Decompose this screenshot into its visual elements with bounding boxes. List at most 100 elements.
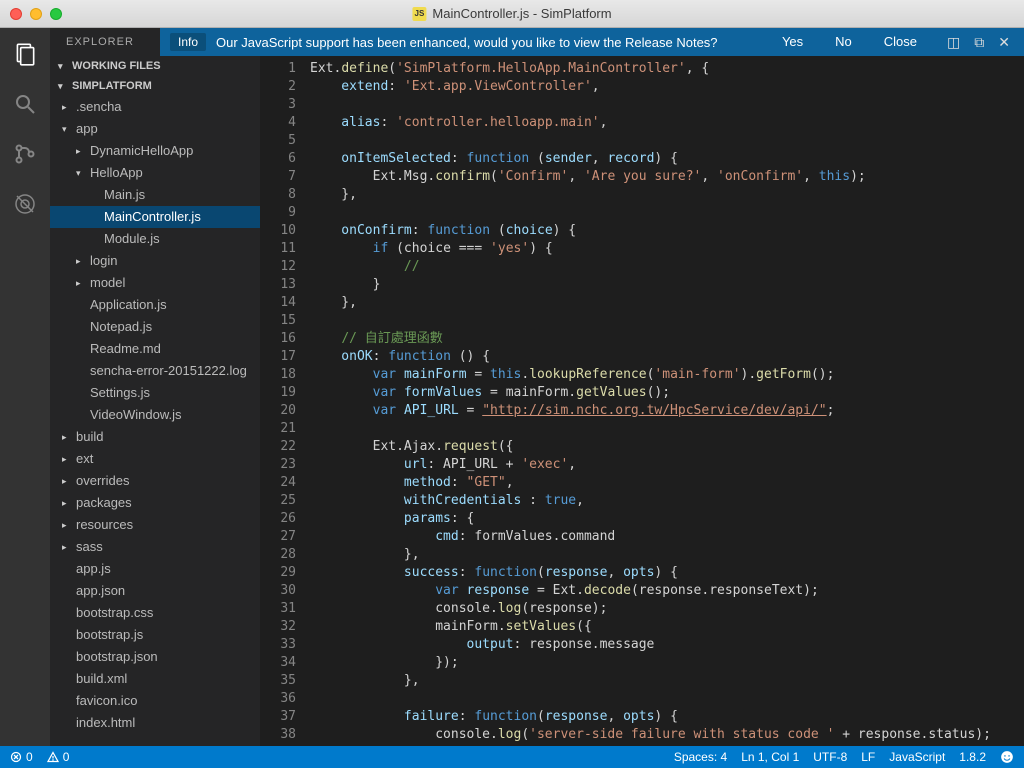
tree-label: VideoWindow.js — [90, 406, 182, 424]
feedback-icon[interactable] — [1000, 750, 1014, 764]
line-gutter: 1234567891011121314151617181920212223242… — [260, 56, 310, 746]
close-editor-icon[interactable]: ✕ — [998, 34, 1010, 51]
file-item[interactable]: index.html — [50, 712, 260, 734]
maximize-window-button[interactable] — [50, 8, 62, 20]
editor-actions: ◫ ⧉ ✕ — [933, 34, 1024, 51]
tree-label: overrides — [76, 472, 129, 490]
window-title-text: MainController.js - SimPlatform — [432, 6, 611, 21]
file-item[interactable]: Readme.md — [50, 338, 260, 360]
tree-label: packages — [76, 494, 132, 512]
folder-item[interactable]: ▾app — [50, 118, 260, 140]
folder-item[interactable]: ▸build — [50, 426, 260, 448]
notification-buttons: Yes No Close — [766, 28, 933, 56]
tree-label: app.js — [76, 560, 111, 578]
debug-icon[interactable] — [11, 190, 39, 218]
tree-label: bootstrap.json — [76, 648, 158, 666]
encoding-item[interactable]: UTF-8 — [813, 750, 847, 764]
code-area[interactable]: Ext.define('SimPlatform.HelloApp.MainCon… — [310, 56, 1024, 746]
titlebar: JS MainController.js - SimPlatform — [0, 0, 1024, 28]
folder-item[interactable]: ▸resources — [50, 514, 260, 536]
tree-label: sass — [76, 538, 103, 556]
tree-label: Readme.md — [90, 340, 161, 358]
file-item[interactable]: build.xml — [50, 668, 260, 690]
close-notification-button[interactable]: Close — [868, 28, 933, 56]
file-item[interactable]: MainController.js — [50, 206, 260, 228]
notification-bar: Info Our JavaScript support has been enh… — [160, 28, 1024, 56]
folder-item[interactable]: ▾HelloApp — [50, 162, 260, 184]
source-control-icon[interactable] — [11, 140, 39, 168]
warnings-count: 0 — [63, 750, 70, 764]
file-item[interactable]: app.json — [50, 580, 260, 602]
tree-label: Settings.js — [90, 384, 150, 402]
editor[interactable]: 1234567891011121314151617181920212223242… — [260, 28, 1024, 746]
tree-label: build.xml — [76, 670, 127, 688]
search-icon[interactable] — [11, 90, 39, 118]
tree-label: favicon.ico — [76, 692, 137, 710]
window-controls — [10, 8, 62, 20]
file-item[interactable]: Module.js — [50, 228, 260, 250]
file-item[interactable]: bootstrap.json — [50, 646, 260, 668]
file-item[interactable]: bootstrap.css — [50, 602, 260, 624]
project-label: SIMPLATFORM — [72, 80, 152, 92]
project-section[interactable]: ▾SIMPLATFORM — [50, 76, 260, 96]
cursor-position-item[interactable]: Ln 1, Col 1 — [741, 750, 799, 764]
more-actions-icon[interactable]: ⧉ — [974, 34, 984, 51]
tree-label: .sencha — [76, 98, 122, 116]
file-item[interactable]: Main.js — [50, 184, 260, 206]
folder-item[interactable]: ▸.sencha — [50, 96, 260, 118]
tree-label: DynamicHelloApp — [90, 142, 193, 160]
folder-item[interactable]: ▸DynamicHelloApp — [50, 140, 260, 162]
tree-label: ext — [76, 450, 93, 468]
file-item[interactable]: Settings.js — [50, 382, 260, 404]
no-button[interactable]: No — [819, 28, 868, 56]
close-window-button[interactable] — [10, 8, 22, 20]
file-item[interactable]: bootstrap.js — [50, 624, 260, 646]
status-bar: 0 0 Spaces: 4 Ln 1, Col 1 UTF-8 LF JavaS… — [0, 746, 1024, 768]
version-item: 1.8.2 — [959, 750, 986, 764]
warnings-item[interactable]: 0 — [47, 750, 70, 764]
folder-item[interactable]: ▸overrides — [50, 470, 260, 492]
file-item[interactable]: favicon.ico — [50, 690, 260, 712]
working-files-label: WORKING FILES — [72, 60, 161, 72]
tree-label: Application.js — [90, 296, 167, 314]
language-item[interactable]: JavaScript — [889, 750, 945, 764]
folder-item[interactable]: ▸model — [50, 272, 260, 294]
activity-bar — [0, 28, 50, 746]
file-tree: ▸.sencha▾app▸DynamicHelloApp▾HelloAppMai… — [50, 96, 260, 744]
file-item[interactable]: Notepad.js — [50, 316, 260, 338]
yes-button[interactable]: Yes — [766, 28, 819, 56]
file-item[interactable]: app.js — [50, 558, 260, 580]
folder-item[interactable]: ▸ext — [50, 448, 260, 470]
tree-label: HelloApp — [90, 164, 143, 182]
minimize-window-button[interactable] — [30, 8, 42, 20]
tree-label: model — [90, 274, 125, 292]
split-editor-icon[interactable]: ◫ — [947, 34, 960, 51]
sidebar: EXPLORER ▾WORKING FILES ▾SIMPLATFORM ▸.s… — [50, 28, 260, 746]
spaces-item[interactable]: Spaces: 4 — [674, 750, 727, 764]
tree-label: resources — [76, 516, 133, 534]
errors-count: 0 — [26, 750, 33, 764]
tree-label: login — [90, 252, 117, 270]
tree-label: MainController.js — [104, 208, 201, 226]
tree-label: bootstrap.js — [76, 626, 143, 644]
info-badge: Info — [170, 33, 206, 51]
file-item[interactable]: sencha-error-20151222.log — [50, 360, 260, 382]
tree-label: app — [76, 120, 98, 138]
tree-label: build — [76, 428, 103, 446]
tree-label: index.html — [76, 714, 135, 732]
window-title: JS MainController.js - SimPlatform — [412, 6, 611, 21]
errors-item[interactable]: 0 — [10, 750, 33, 764]
working-files-section[interactable]: ▾WORKING FILES — [50, 56, 260, 76]
folder-item[interactable]: ▸sass — [50, 536, 260, 558]
tree-label: app.json — [76, 582, 125, 600]
folder-item[interactable]: ▸login — [50, 250, 260, 272]
notification-message: Our JavaScript support has been enhanced… — [216, 35, 766, 50]
file-item[interactable]: Application.js — [50, 294, 260, 316]
file-icon: JS — [412, 7, 426, 21]
tree-label: Notepad.js — [90, 318, 152, 336]
folder-item[interactable]: ▸packages — [50, 492, 260, 514]
explorer-icon[interactable] — [11, 40, 39, 68]
eol-item[interactable]: LF — [861, 750, 875, 764]
file-item[interactable]: VideoWindow.js — [50, 404, 260, 426]
tree-label: Module.js — [104, 230, 160, 248]
